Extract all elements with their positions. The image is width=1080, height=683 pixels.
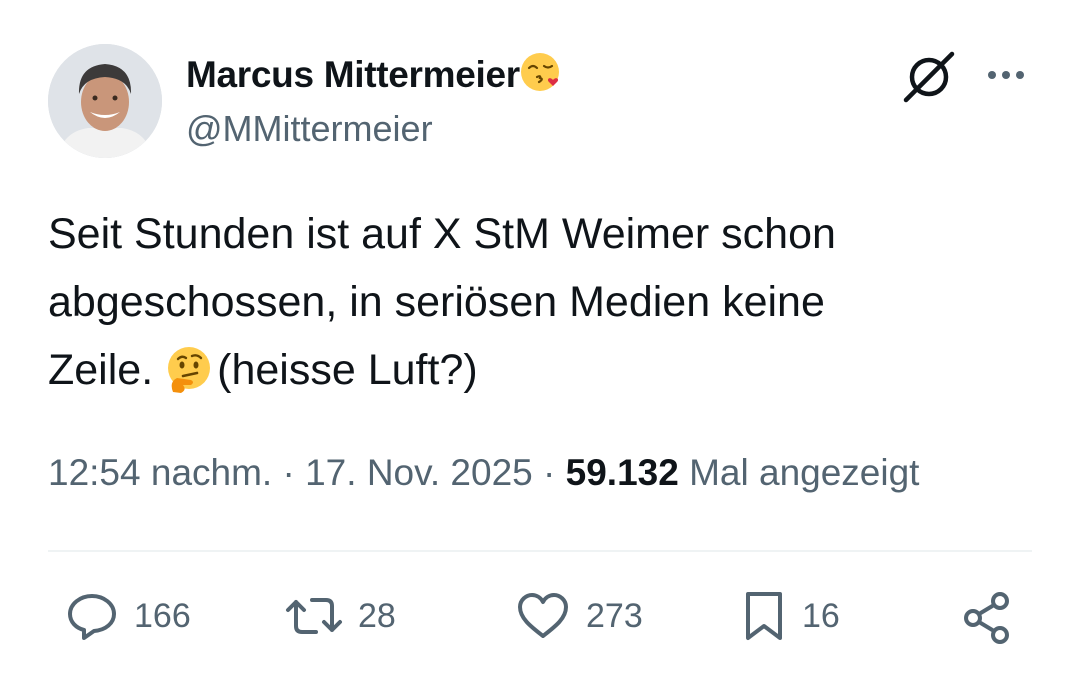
avatar[interactable] [48, 44, 162, 158]
share-icon [958, 588, 1018, 648]
repost-count: 28 [358, 596, 396, 635]
tweet-date[interactable]: 17. Nov. 2025 [305, 452, 533, 493]
tweet-line-3: Zeile. (heisse Luft?) [48, 336, 1048, 414]
tweet-line-1: Seit Stunden ist auf X StM Weimer schon [48, 210, 836, 258]
like-button[interactable]: 273 [514, 588, 643, 644]
reply-icon [64, 588, 120, 644]
bookmark-button[interactable]: 16 [740, 588, 840, 644]
tweet-meta: 12:54 nachm. · 17. Nov. 2025 · 59.132 Ma… [48, 452, 919, 494]
reply-count: 166 [134, 596, 191, 635]
bookmark-count: 16 [802, 596, 840, 635]
views-count: 59.132 [565, 452, 679, 493]
meta-separator: · [543, 452, 556, 493]
heart-icon [514, 588, 572, 644]
tweet-line-3-end: (heisse Luft?) [217, 346, 478, 394]
thinking-face-icon [163, 344, 213, 414]
share-button[interactable] [958, 588, 1018, 648]
kissing-face-with-heart-icon [520, 50, 564, 99]
tweet-line-3-start: Zeile. [48, 346, 154, 394]
views-label: Mal angezeigt [689, 452, 920, 493]
meta-separator: · [282, 452, 295, 493]
divider [48, 550, 1032, 552]
display-name[interactable]: Marcus Mittermeier [186, 54, 520, 96]
tweet-time[interactable]: 12:54 nachm. [48, 452, 272, 493]
tweet-line-2: abgeschossen, in seriösen Medien keine [48, 278, 825, 326]
repost-icon [284, 588, 344, 644]
reply-button[interactable]: 166 [64, 588, 191, 644]
name-row: Marcus Mittermeier [186, 50, 564, 99]
action-bar: 166 28 273 16 [0, 588, 1080, 658]
tweet-text: Seit Stunden ist auf X StM Weimer schon … [48, 200, 1048, 414]
bookmark-icon [740, 588, 788, 644]
user-handle[interactable]: @MMittermeier [186, 108, 433, 150]
more-options-icon[interactable] [986, 68, 1026, 86]
like-count: 273 [586, 596, 643, 635]
grok-icon[interactable] [900, 48, 958, 111]
repost-button[interactable]: 28 [284, 588, 396, 644]
